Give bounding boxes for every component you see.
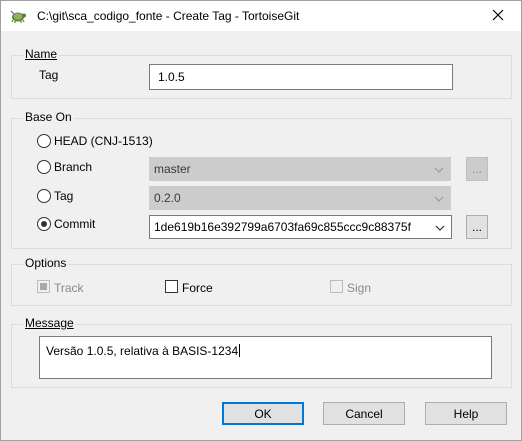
tag-name-label: Tag	[39, 68, 59, 82]
track-checkbox-label[interactable]: Track	[54, 281, 84, 295]
tag-name-input[interactable]: 1.0.5	[149, 64, 453, 90]
commit-radio-label[interactable]: Commit	[54, 217, 95, 231]
message-group-label: Message	[23, 316, 76, 330]
chevron-down-icon	[435, 222, 445, 232]
branch-browse-button[interactable]: ...	[466, 157, 488, 181]
branch-radio[interactable]	[37, 160, 51, 174]
message-input[interactable]: Versão 1.0.5, relativa à BASIS-1234	[39, 336, 492, 379]
tag-radio-label[interactable]: Tag	[54, 189, 73, 203]
tag-name-value: 1.0.5	[158, 70, 185, 84]
message-value: Versão 1.0.5, relativa à BASIS-1234	[46, 344, 239, 358]
options-group-label: Options	[23, 256, 69, 270]
name-group-label: Name	[23, 47, 60, 61]
help-button[interactable]: Help	[425, 402, 507, 425]
head-radio-label[interactable]: HEAD (CNJ-1513)	[54, 134, 153, 148]
commit-radio[interactable]	[37, 217, 51, 231]
options-group	[11, 264, 512, 306]
tag-combo-value: 0.2.0	[154, 191, 181, 205]
window-title: C:\git\sca_codigo_fonte - Create Tag - T…	[37, 9, 300, 23]
force-checkbox[interactable]	[165, 280, 178, 293]
ok-button[interactable]: OK	[222, 402, 304, 425]
chevron-down-icon	[434, 193, 444, 203]
commit-combo[interactable]: 1de619b16e392799a6703fa69c855ccc9c88375f	[149, 215, 452, 239]
sign-checkbox-label[interactable]: Sign	[347, 281, 371, 295]
branch-combo[interactable]: master	[149, 157, 451, 181]
commit-browse-button[interactable]: ...	[466, 215, 488, 239]
sign-checkbox[interactable]	[330, 280, 343, 293]
branch-combo-value: master	[154, 162, 191, 176]
tortoisegit-icon	[9, 8, 27, 24]
tag-radio[interactable]	[37, 189, 51, 203]
head-radio[interactable]	[37, 134, 51, 148]
title-bar: C:\git\sca_codigo_fonte - Create Tag - T…	[1, 1, 521, 31]
force-checkbox-label[interactable]: Force	[182, 281, 213, 295]
create-tag-dialog: C:\git\sca_codigo_fonte - Create Tag - T…	[0, 0, 522, 441]
close-button[interactable]	[475, 1, 521, 31]
base-on-group-label: Base On	[23, 110, 74, 124]
track-checkbox[interactable]	[37, 280, 50, 293]
close-icon	[492, 9, 504, 24]
cancel-button[interactable]: Cancel	[323, 402, 405, 425]
chevron-down-icon	[434, 164, 444, 174]
tag-combo[interactable]: 0.2.0	[149, 186, 451, 210]
text-caret	[239, 344, 241, 357]
commit-combo-value: 1de619b16e392799a6703fa69c855ccc9c88375f	[154, 220, 411, 234]
branch-radio-label[interactable]: Branch	[54, 160, 92, 174]
